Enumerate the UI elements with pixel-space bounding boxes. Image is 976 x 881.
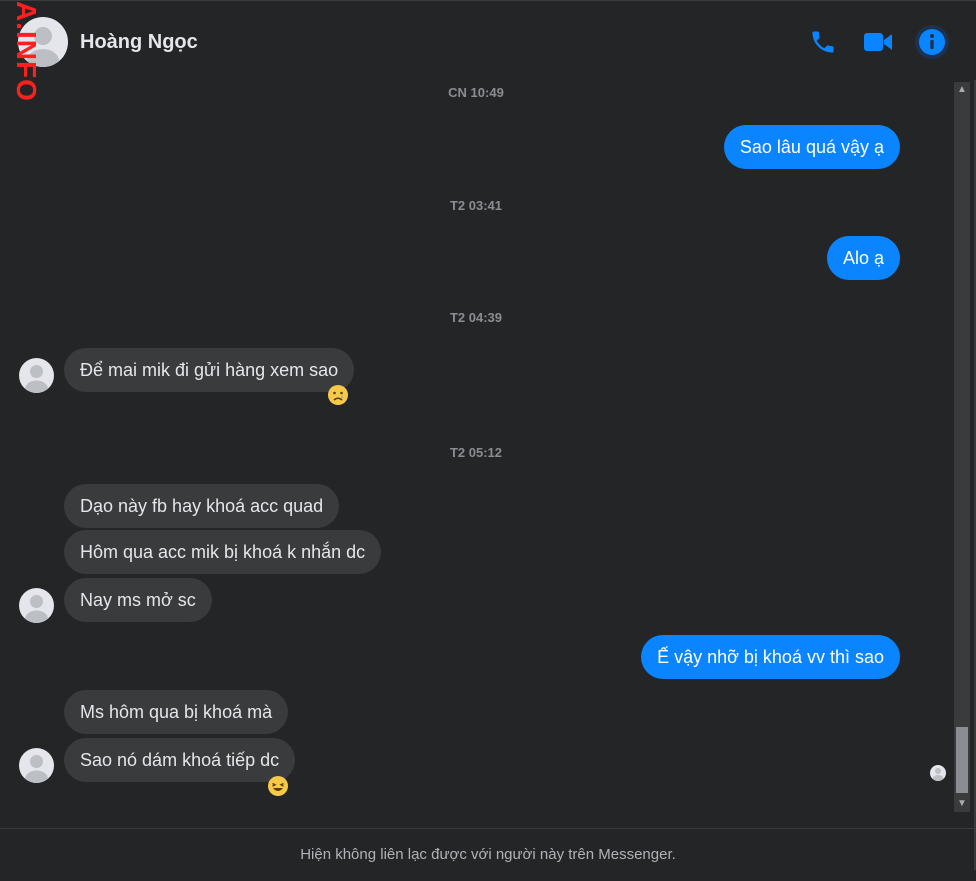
- contact-avatar-small[interactable]: [19, 358, 54, 393]
- outgoing-message[interactable]: Sao lâu quá vậy ạ: [723, 125, 900, 169]
- timestamp: T2 03:41: [449, 198, 503, 213]
- timestamp: CN 10:49: [448, 85, 504, 100]
- outgoing-message[interactable]: Alo ạ: [826, 236, 900, 280]
- contact-avatar-small[interactable]: [19, 588, 54, 623]
- outgoing-message[interactable]: Ế vậy nhỡ bị khoá vv thì sao: [641, 635, 900, 679]
- message-list: CN 10:49 Sao lâu quá vậy ạ T2 03:41 Alo …: [0, 80, 952, 815]
- incoming-message[interactable]: Dạo này fb hay khoá acc quad: [64, 484, 340, 528]
- unavailable-notice: Hiện không liên lạc được với người này t…: [0, 828, 976, 870]
- video-camera-icon[interactable]: [861, 25, 895, 59]
- info-icon[interactable]: [915, 25, 949, 59]
- incoming-message[interactable]: Nay ms mở sc: [64, 578, 212, 622]
- timestamp: T2 04:39: [449, 310, 503, 325]
- scroll-down-arrow-icon[interactable]: ▼: [954, 796, 970, 812]
- incoming-message[interactable]: Để mai mik đi gửi hàng xem sao: [64, 348, 355, 392]
- conversation-header: A.INFO Hoàng Ngọc: [0, 0, 976, 102]
- sad-face-emoji-icon[interactable]: [327, 384, 349, 406]
- contact-name[interactable]: Hoàng Ngọc: [80, 31, 198, 54]
- phone-icon[interactable]: [806, 25, 840, 59]
- laughing-emoji-icon[interactable]: [267, 775, 289, 797]
- contact-avatar-small[interactable]: [19, 748, 54, 783]
- seen-indicator-avatar: [930, 765, 946, 781]
- incoming-message[interactable]: Ms hôm qua bị khoá mà: [64, 690, 289, 734]
- scrollbar[interactable]: ▲ ▼: [954, 82, 970, 812]
- timestamp: T2 05:12: [449, 445, 503, 460]
- incoming-message[interactable]: Sao nó dám khoá tiếp dc: [64, 738, 296, 782]
- incoming-message[interactable]: Hôm qua acc mik bị khoá k nhắn dc: [64, 530, 382, 574]
- scroll-up-arrow-icon[interactable]: ▲: [954, 82, 970, 98]
- scrollbar-thumb[interactable]: [956, 727, 968, 793]
